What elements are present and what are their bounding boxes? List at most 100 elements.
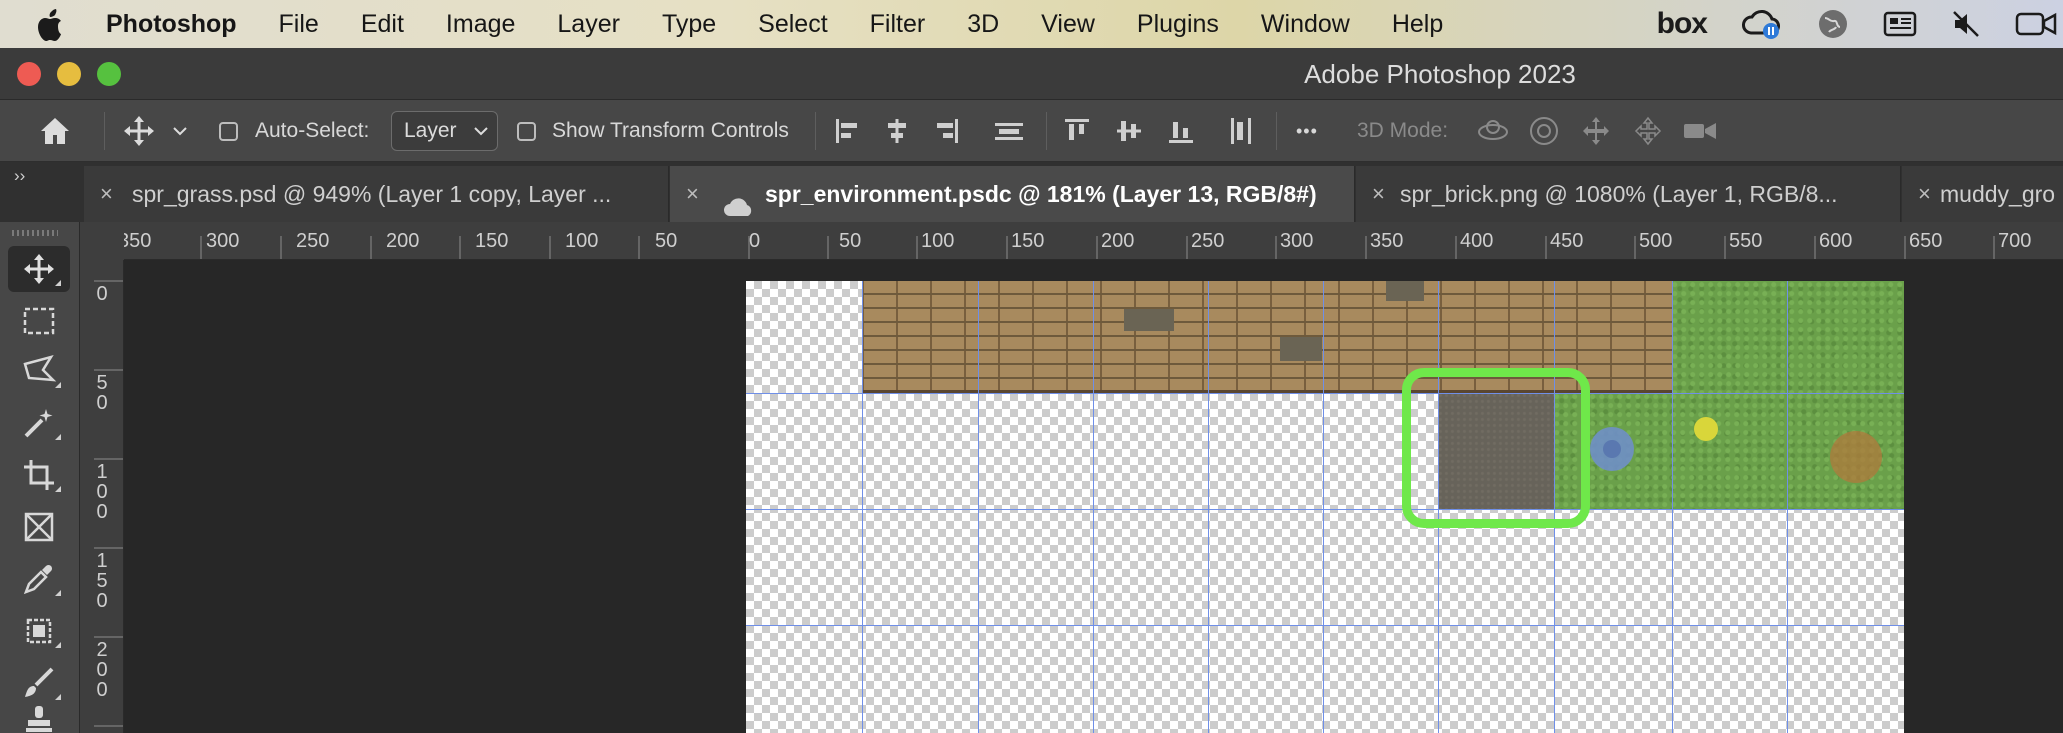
ruler-label: 250 (1191, 230, 1225, 252)
magic-wand-tool[interactable] (8, 400, 70, 446)
ruler-ticks (200, 236, 1995, 259)
distribute-spacing-icon[interactable] (990, 114, 1028, 148)
show-transform-controls-checkbox[interactable] (517, 122, 536, 141)
patch-tool[interactable] (8, 608, 70, 654)
guide-line (1787, 281, 1788, 733)
align-bottom-edges-icon[interactable] (1164, 114, 1198, 148)
align-left-edges-icon[interactable] (830, 114, 864, 148)
marquee-tool[interactable] (8, 298, 70, 344)
vertical-ruler[interactable]: 0 5 0 1 0 0 1 5 0 2 0 0 (80, 260, 124, 733)
selection-highlight-box (1402, 368, 1590, 528)
crop-icon (24, 460, 54, 490)
brush-icon (25, 667, 54, 697)
minimize-window-button[interactable] (57, 62, 81, 86)
ruler-label: 5 0 (96, 372, 108, 414)
rectangular-marquee-icon (23, 307, 55, 335)
menu-help[interactable]: Help (1392, 10, 1443, 39)
globe-icon[interactable] (1817, 8, 1849, 40)
submenu-corner-icon (55, 486, 61, 492)
divider (1046, 112, 1047, 150)
align-top-edges-icon[interactable] (1060, 114, 1094, 148)
tab-spr-brick[interactable]: × spr_brick.png @ 1080% (Layer 1, RGB/8.… (1356, 166, 1901, 222)
menu-file[interactable]: File (279, 10, 319, 39)
guide-line (1672, 281, 1673, 733)
tab-label: spr_brick.png @ 1080% (Layer 1, RGB/8... (1400, 181, 1838, 207)
clone-stamp-icon (26, 706, 52, 732)
menu-image[interactable]: Image (446, 10, 515, 39)
guide-line (746, 393, 1904, 394)
ruler-label: 700 (1998, 230, 2032, 252)
close-tab-icon[interactable]: × (100, 166, 113, 222)
auto-select-checkbox[interactable] (219, 122, 238, 141)
home-button[interactable] (34, 110, 76, 152)
drag-3d-icon[interactable] (1578, 114, 1614, 148)
guide-line (1323, 281, 1324, 733)
tab-muddy-ground[interactable]: × muddy_gro (1902, 166, 2063, 222)
crop-tool[interactable] (8, 452, 70, 498)
ruler-label: 300 (206, 230, 240, 252)
align-horizontal-centers-icon[interactable] (880, 114, 914, 148)
close-tab-icon[interactable]: × (1918, 166, 1931, 222)
box-logo[interactable]: box (1657, 7, 1708, 41)
slide-3d-icon[interactable] (1630, 114, 1666, 148)
menu-filter[interactable]: Filter (870, 10, 926, 39)
tab-spr-grass[interactable]: × spr_grass.psd @ 949% (Layer 1 copy, La… (84, 166, 669, 222)
zoom-window-button[interactable] (97, 62, 121, 86)
guide-line (1093, 281, 1094, 733)
menu-3d[interactable]: 3D (967, 10, 999, 39)
move-tool[interactable] (8, 246, 70, 292)
align-vertical-centers-icon[interactable] (1112, 114, 1146, 148)
patch-icon (26, 618, 52, 644)
3d-mode-label: 3D Mode: (1357, 119, 1449, 142)
ruler-origin[interactable] (80, 222, 124, 260)
apple-icon[interactable] (38, 9, 78, 41)
close-tab-icon[interactable]: × (1372, 166, 1385, 222)
menu-view[interactable]: View (1041, 10, 1095, 39)
close-tab-icon[interactable]: × (686, 166, 699, 222)
horizontal-ruler[interactable]: 350 300 250 200 150 100 50 0 50 100 150 … (80, 222, 2063, 260)
menu-window[interactable]: Window (1261, 10, 1350, 39)
menu-edit[interactable]: Edit (361, 10, 404, 39)
brick-dark-patch (1124, 309, 1174, 331)
mute-icon[interactable] (1951, 9, 1981, 39)
eyedropper-tool[interactable] (8, 556, 70, 602)
ruler-label: 350 (1370, 230, 1404, 252)
orbit-3d-icon[interactable] (1474, 114, 1512, 148)
panel-grip[interactable] (12, 230, 58, 236)
eyedropper-icon (23, 564, 53, 595)
ruler-label: 550 (1729, 230, 1763, 252)
expand-panels-icon[interactable]: ›› (14, 166, 25, 186)
align-right-edges-icon[interactable] (930, 114, 964, 148)
menu-select[interactable]: Select (758, 10, 827, 39)
tab-spr-environment[interactable]: × spr_environment.psdc @ 181% (Layer 13,… (670, 166, 1355, 222)
menu-type[interactable]: Type (662, 10, 716, 39)
ruler-label: 0 (96, 283, 108, 305)
lasso-tool[interactable] (8, 348, 70, 394)
document-canvas[interactable] (746, 281, 1904, 733)
creative-cloud-icon[interactable] (1741, 7, 1783, 41)
close-window-button[interactable] (17, 62, 41, 86)
ruler-label: 100 (565, 230, 599, 252)
submenu-corner-icon (55, 694, 61, 700)
menu-app-photoshop[interactable]: Photoshop (106, 10, 237, 39)
grass-tiles (1672, 281, 1904, 393)
video-icon[interactable] (2015, 9, 2057, 39)
stamp-tool[interactable] (8, 704, 70, 733)
menu-plugins[interactable]: Plugins (1137, 10, 1219, 39)
grass-decorations (1590, 417, 1882, 483)
roll-3d-icon[interactable] (1526, 114, 1562, 148)
submenu-corner-icon (55, 590, 61, 596)
ruler-label: 250 (296, 230, 330, 252)
auto-select-dropdown[interactable]: Layer (391, 111, 498, 151)
tool-preset-chevron-down-icon[interactable] (168, 118, 192, 144)
frame-tool[interactable] (8, 504, 70, 550)
news-icon[interactable] (1883, 10, 1917, 38)
menubar-status-area: box (1623, 0, 2063, 48)
more-options-button[interactable]: ••• (1296, 100, 1318, 162)
brush-tool[interactable] (8, 660, 70, 706)
camera-3d-icon[interactable] (1680, 114, 1720, 148)
menu-layer[interactable]: Layer (557, 10, 620, 39)
divider (815, 112, 816, 150)
move-icon[interactable] (120, 112, 158, 150)
distribute-vertical-icon[interactable] (1224, 114, 1258, 148)
